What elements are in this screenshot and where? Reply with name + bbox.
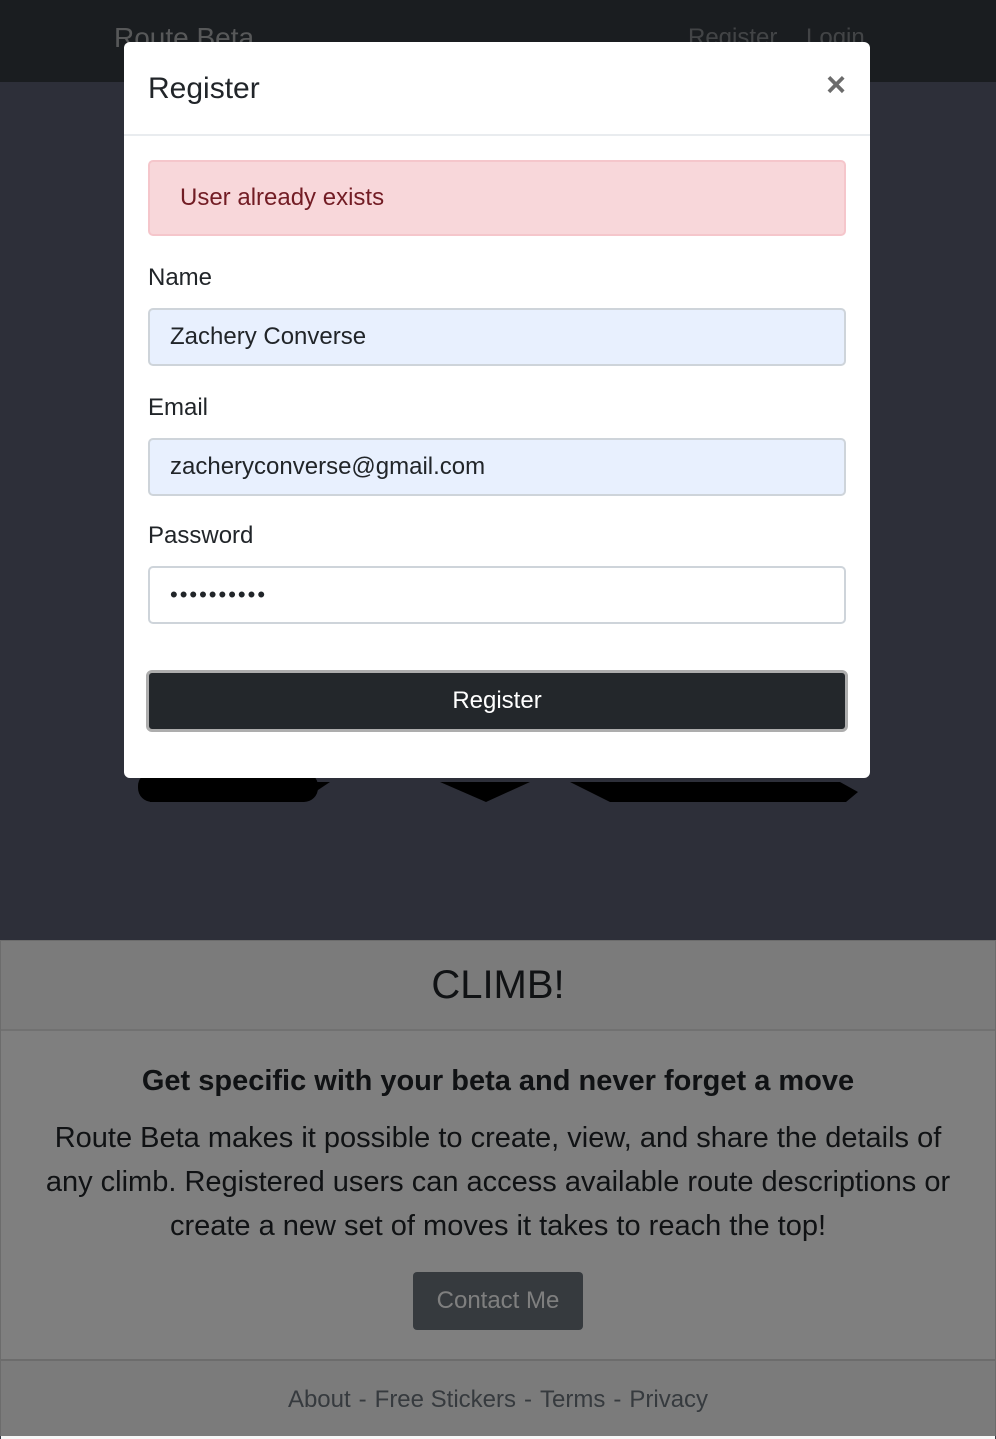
- register-modal: Register × User already exists Name Emai…: [124, 42, 870, 778]
- modal-header: Register ×: [124, 42, 870, 136]
- name-label: Name: [148, 264, 213, 291]
- error-alert: User already exists: [148, 160, 846, 236]
- password-label: Password: [148, 522, 254, 549]
- password-input[interactable]: [148, 566, 846, 624]
- email-label: Email: [148, 394, 209, 421]
- email-input[interactable]: [148, 438, 846, 496]
- close-icon[interactable]: ×: [826, 66, 846, 105]
- name-input[interactable]: [148, 308, 846, 366]
- register-submit-button[interactable]: Register: [146, 670, 848, 732]
- modal-title: Register: [148, 72, 260, 105]
